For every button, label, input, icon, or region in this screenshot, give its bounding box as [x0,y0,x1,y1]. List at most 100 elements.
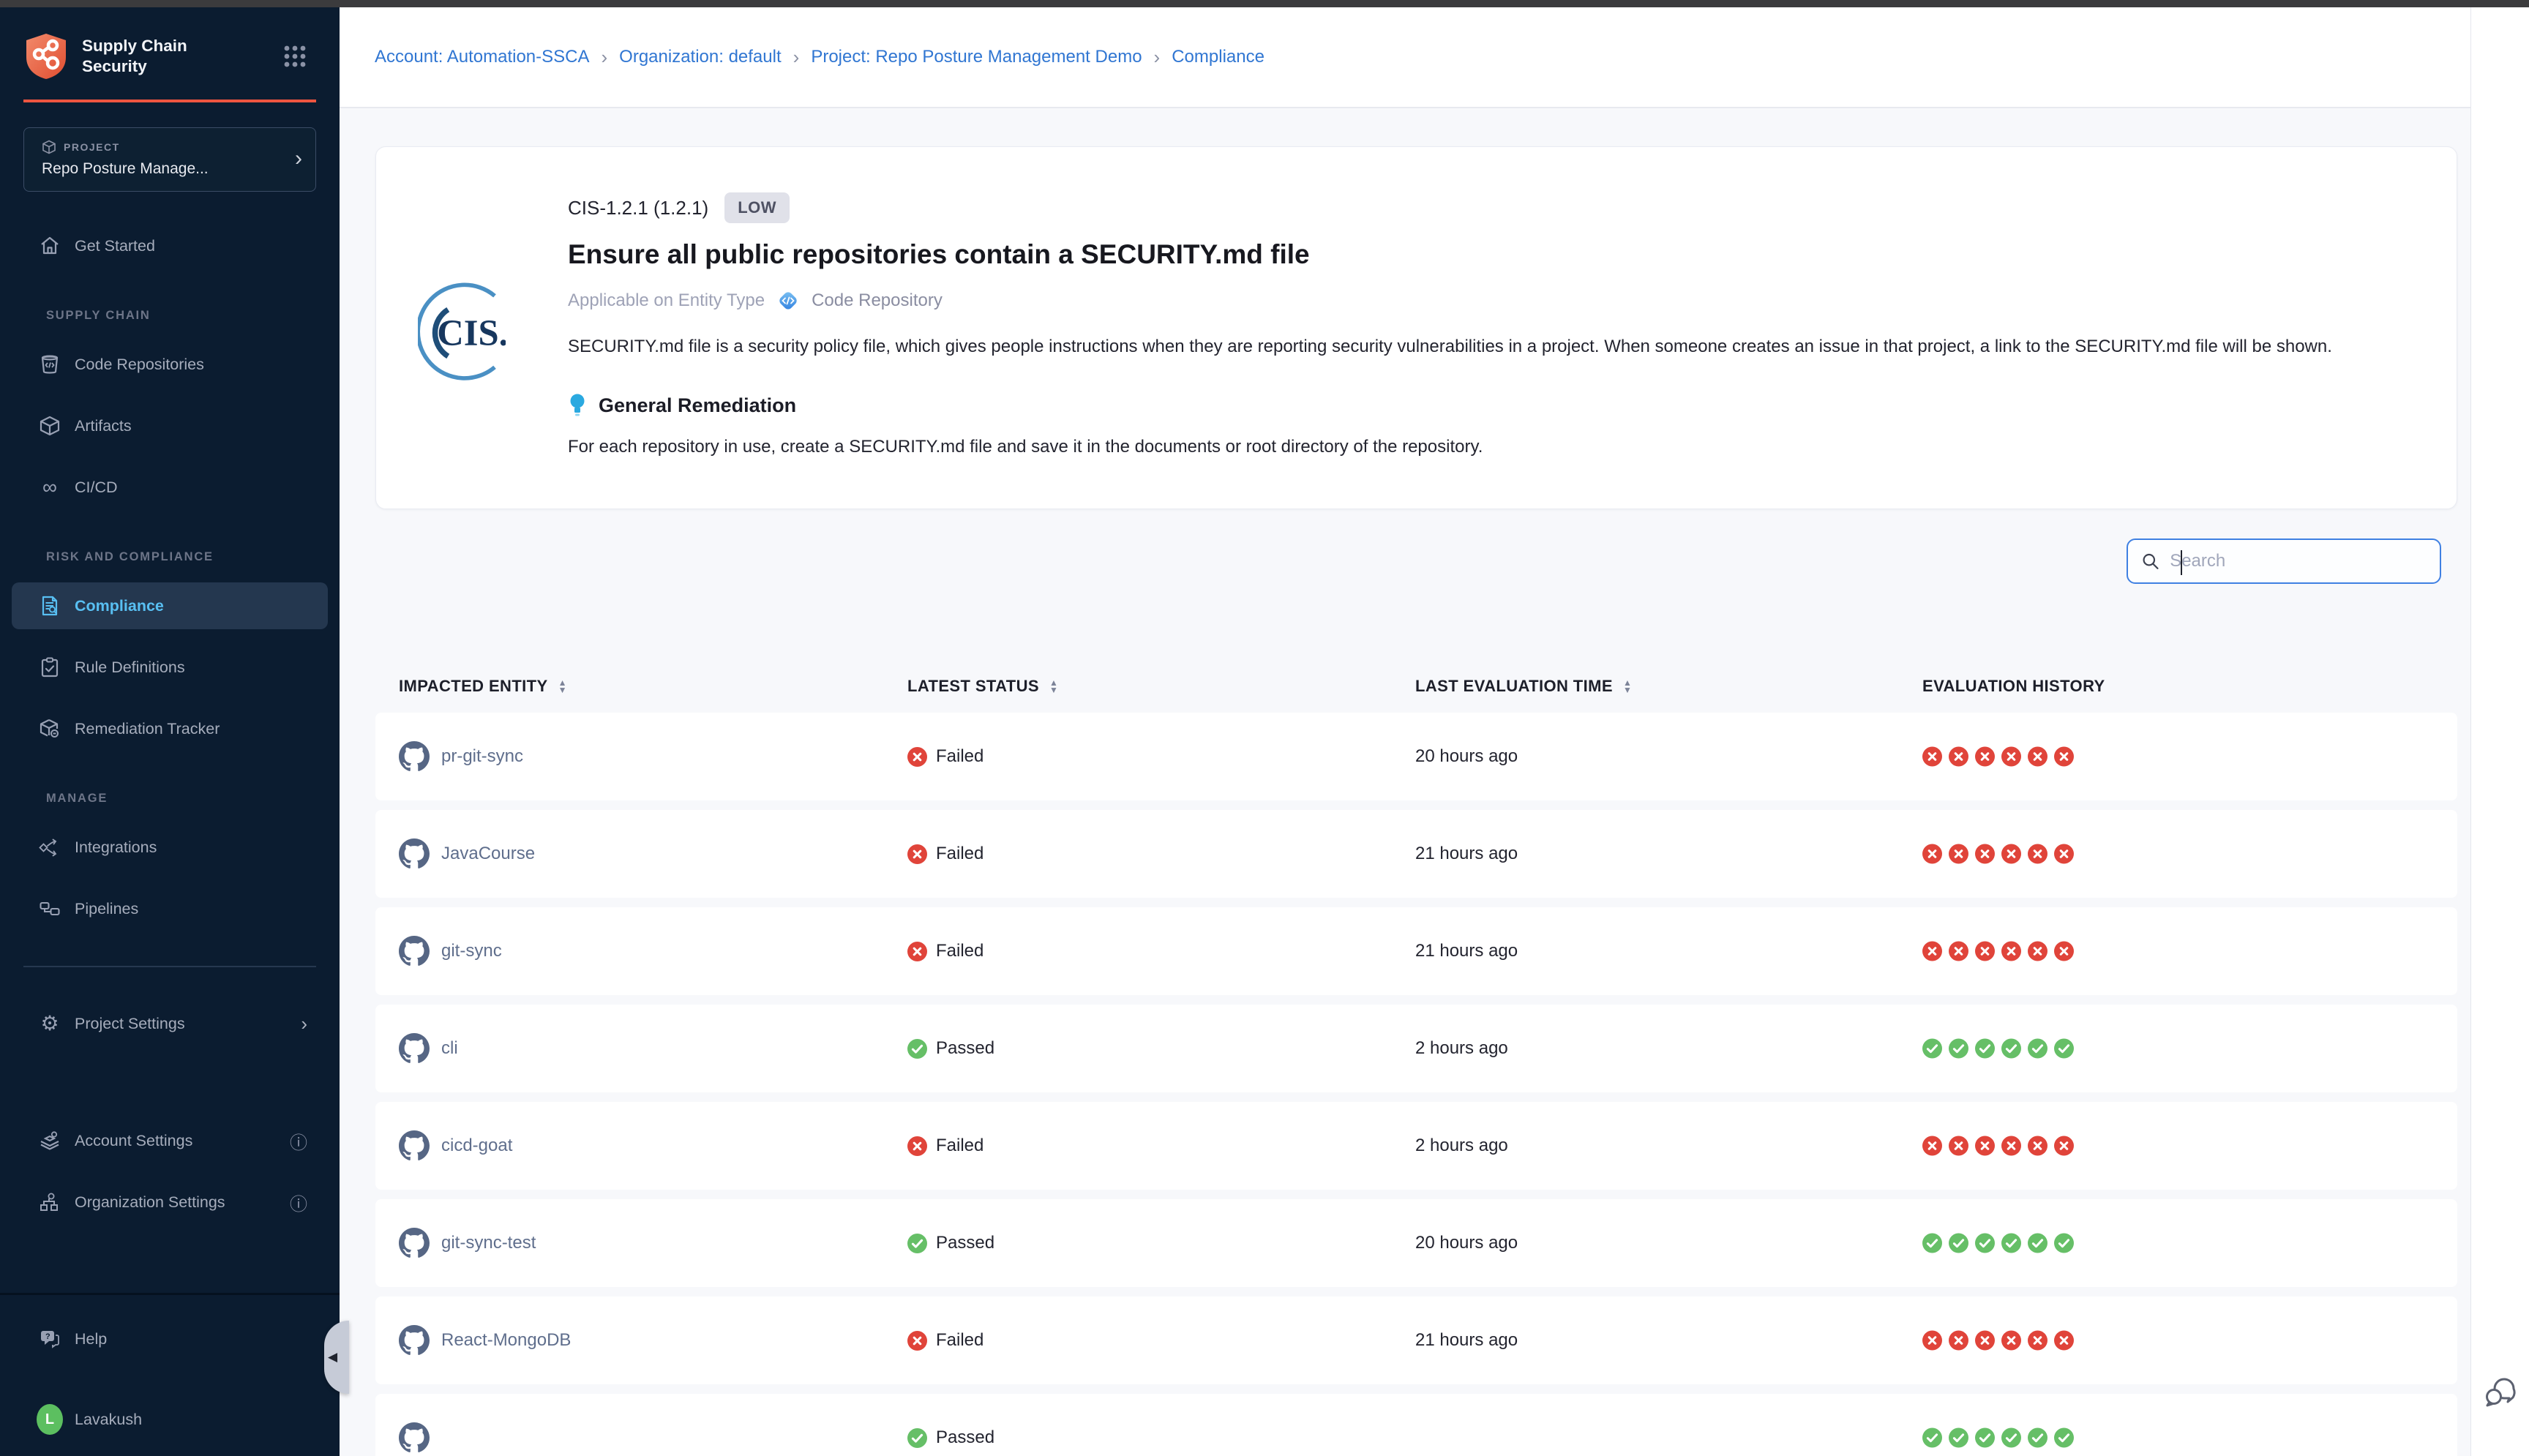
history-pass-icon [1975,1039,1995,1059]
history-pass-icon [1975,1234,1995,1253]
evaluation-history [1922,747,2074,767]
github-icon [399,1033,430,1064]
applicable-label: Applicable on Entity Type [568,290,765,311]
column-header-last-evaluation-time[interactable]: LAST EVALUATION TIME ▲▼ [1415,660,1632,713]
column-header-evaluation-history: EVALUATION HISTORY [1922,660,2105,713]
history-fail-icon [2028,844,2047,864]
account-settings-icon [37,1130,63,1152]
breadcrumb-compliance-link[interactable]: Compliance [1172,47,1264,67]
history-fail-icon [2054,1331,2074,1351]
sort-icon[interactable]: ▲▼ [1049,679,1058,694]
status-label: Passed [936,1233,994,1253]
github-icon [399,741,430,772]
history-pass-icon [1949,1234,1968,1253]
cis-logo: CIS. [418,209,506,457]
project-selector[interactable]: PROJECT Repo Posture Manage... › [23,127,316,192]
status-icon [907,747,927,767]
table-row[interactable]: pr-git-sync Failed 20 hours ago [375,713,2457,800]
status-icon [907,1428,927,1448]
history-fail-icon [1922,942,1942,961]
sidebar-item-label: Pipelines [75,900,138,918]
history-fail-icon [1975,1331,1995,1351]
table-row[interactable]: git-sync Failed 21 hours ago [375,907,2457,995]
table-row[interactable]: React-MongoDB Failed 21 hours ago [375,1296,2457,1384]
sort-icon[interactable]: ▲▼ [558,679,567,694]
user-menu[interactable]: L Lavakush [0,1396,340,1443]
compliance-doc-icon [37,595,63,617]
sidebar-item-account-settings[interactable]: Account Settings ⓘ [0,1117,340,1164]
history-pass-icon [2001,1039,2021,1059]
history-fail-icon [1922,1331,1942,1351]
history-fail-icon [1975,942,1995,961]
evaluation-time: 20 hours ago [1415,746,1518,767]
home-icon [37,235,63,257]
table-row[interactable]: Passed [375,1394,2457,1456]
github-icon [399,838,430,869]
main-content: Account: Automation-SSCA › Organization:… [340,7,2470,1456]
module-grid-icon[interactable] [282,44,307,69]
support-chat-icon[interactable] [2481,1373,2519,1411]
history-pass-icon [2054,1234,2074,1253]
evaluation-history [1922,1136,2074,1156]
history-fail-icon [2054,747,2074,767]
brand: Supply Chain Security [23,32,307,80]
history-pass-icon [1949,1428,1968,1448]
breadcrumb-separator-icon: › [1154,46,1161,69]
window-top-strip [0,0,2529,7]
history-pass-icon [2001,1234,2021,1253]
evaluation-time: 2 hours ago [1415,1136,1508,1156]
sidebar-item-rule-definitions[interactable]: Rule Definitions [0,644,340,691]
sidebar-item-integrations[interactable]: Integrations [0,824,340,871]
sidebar-item-compliance[interactable]: Compliance [12,582,328,629]
history-fail-icon [1922,844,1942,864]
status-label: Failed [936,1330,984,1351]
sidebar-collapse-handle[interactable]: ◀ [324,1321,349,1394]
history-fail-icon [2028,747,2047,767]
sort-icon[interactable]: ▲▼ [1623,679,1632,694]
table-row[interactable]: JavaCourse Failed 21 hours ago [375,810,2457,898]
sidebar-item-project-settings[interactable]: ⚙ Project Settings › [0,1000,340,1047]
breadcrumb-organization-link[interactable]: Organization: default [619,47,781,67]
history-fail-icon [1975,747,1995,767]
sidebar-item-cicd[interactable]: ∞ CI/CD [0,464,340,511]
github-icon [399,936,430,967]
gear-icon: ⚙ [37,1013,63,1034]
status-label: Failed [936,1136,984,1156]
column-header-impacted-entity[interactable]: IMPACTED ENTITY ▲▼ [399,660,567,713]
info-icon[interactable]: ⓘ [290,1128,307,1154]
history-fail-icon [2054,942,2074,961]
table-row[interactable]: cicd-goat Failed 2 hours ago [375,1102,2457,1190]
sidebar-item-remediation-tracker[interactable]: Remediation Tracker [0,705,340,752]
history-fail-icon [1949,1331,1968,1351]
search-input[interactable] [2170,551,2427,571]
github-icon [399,1325,430,1356]
history-fail-icon [2028,1136,2047,1156]
svg-text:CIS.: CIS. [437,312,506,353]
sidebar-item-code-repositories[interactable]: Code Repositories [0,341,340,388]
sidebar-item-label: CI/CD [75,479,118,497]
evaluation-time: 21 hours ago [1415,844,1518,864]
integrations-icon [37,836,63,858]
breadcrumb-account-link[interactable]: Account: Automation-SSCA [375,47,589,67]
status-label: Passed [936,1427,994,1448]
sidebar-item-artifacts[interactable]: Artifacts [0,402,340,449]
info-icon[interactable]: ⓘ [290,1190,307,1215]
table-row[interactable]: git-sync-test Passed 20 hours ago [375,1199,2457,1287]
collapse-arrow-icon: ◀ [328,1350,337,1365]
sidebar-item-get-started[interactable]: Get Started [0,222,340,269]
status-icon [907,1136,927,1156]
sidebar-item-pipelines[interactable]: Pipelines [0,885,340,932]
entity-name: cli [441,1038,458,1059]
sidebar-item-label: Compliance [75,597,164,615]
status-icon [907,1039,927,1059]
sidebar-item-organization-settings[interactable]: Organization Settings ⓘ [0,1179,340,1226]
breadcrumb-project-link[interactable]: Project: Repo Posture Management Demo [811,47,1142,67]
column-header-latest-status[interactable]: LATEST STATUS ▲▼ [907,660,1058,713]
sidebar-item-help[interactable]: ? Help [0,1316,340,1362]
history-fail-icon [2001,747,2021,767]
evaluation-history [1922,1428,2074,1448]
evaluation-history [1922,1331,2074,1351]
status-label: Passed [936,1038,994,1059]
github-icon [399,1228,430,1258]
table-row[interactable]: cli Passed 2 hours ago [375,1005,2457,1092]
